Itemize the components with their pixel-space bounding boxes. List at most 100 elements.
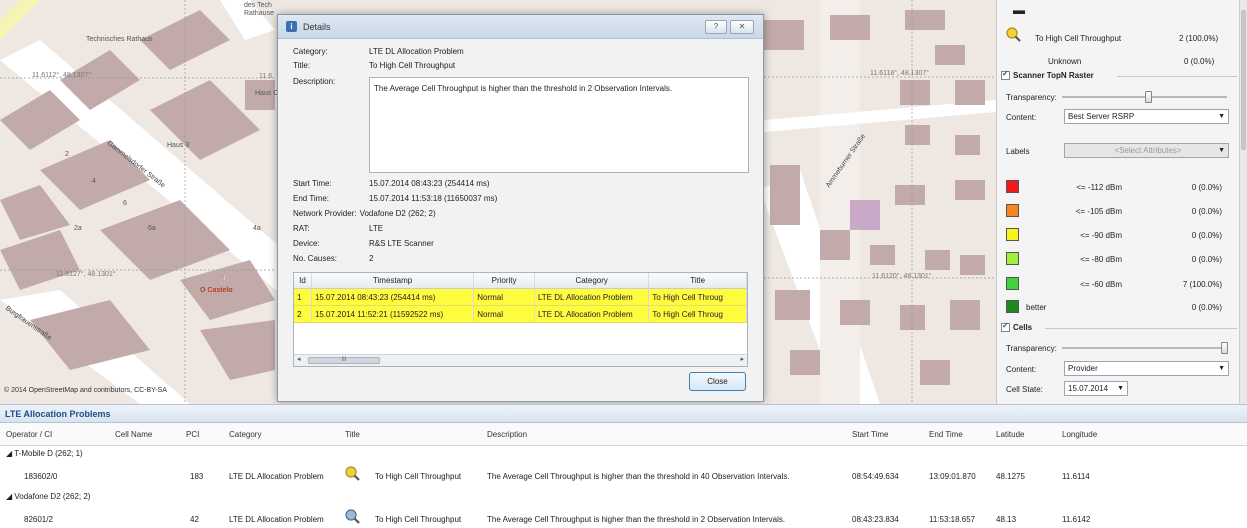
content-select[interactable]: Best Server RSRP ▼ bbox=[1064, 109, 1229, 124]
chevron-down-icon: ▼ bbox=[1218, 113, 1225, 120]
column-header-priority[interactable]: Priority bbox=[474, 273, 535, 288]
scroll-thumb[interactable] bbox=[1241, 10, 1246, 150]
field-category: Category: LTE DL Allocation Problem bbox=[293, 47, 464, 56]
cells-transparency-slider-thumb[interactable] bbox=[1221, 342, 1228, 354]
group-row[interactable]: ◢ Vodafone D2 (262; 2) bbox=[0, 489, 1247, 506]
raster-layer-header[interactable]: Scanner TopN Raster bbox=[1001, 69, 1094, 80]
field-causes: No. Causes: 2 bbox=[293, 254, 373, 263]
column-header-start-time[interactable]: Start Time bbox=[852, 430, 888, 439]
legend-value: 0 (0.0%) bbox=[1191, 303, 1222, 312]
column-header-title[interactable]: Title bbox=[649, 273, 747, 288]
field-label: No. Causes: bbox=[293, 254, 338, 263]
legend-swatch bbox=[1006, 300, 1019, 313]
cell-title: To High Cell Throughput bbox=[375, 515, 462, 524]
column-header-title[interactable]: Title bbox=[345, 430, 360, 439]
labels-select[interactable]: <Select Attributes> ▼ bbox=[1064, 143, 1229, 158]
magnifier-icon bbox=[1006, 27, 1021, 42]
map-label-fragment: Rathause bbox=[244, 10, 274, 17]
dialog-close-x-button[interactable]: ✕ bbox=[730, 20, 754, 34]
cell-state-label: Cell State: bbox=[1006, 385, 1043, 394]
cell-start-time: 08:54:49.634 bbox=[852, 472, 899, 481]
cell-priority: Normal bbox=[474, 289, 535, 305]
column-header-latitude[interactable]: Latitude bbox=[996, 430, 1024, 439]
unknown-count: 0 (0.0%) bbox=[1184, 57, 1215, 66]
cell-ci: 183602/0 bbox=[24, 472, 58, 481]
raster-layer-checkbox[interactable] bbox=[1001, 69, 1010, 80]
legend-swatch bbox=[1006, 180, 1019, 193]
cell-title: To High Cell Throug bbox=[649, 289, 747, 305]
labels-label: Labels bbox=[1006, 147, 1030, 156]
column-header-cell-name[interactable]: Cell Name bbox=[115, 430, 152, 439]
dialog-title: Details bbox=[303, 21, 331, 32]
legend-label: better bbox=[1026, 303, 1047, 312]
cell-ci: 82601/2 bbox=[24, 515, 53, 524]
column-header-operator[interactable]: Operator / CI bbox=[6, 430, 52, 439]
column-header-end-time[interactable]: End Time bbox=[929, 430, 963, 439]
cells-content-select[interactable]: Provider ▼ bbox=[1064, 361, 1229, 376]
scroll-thumb[interactable]: III bbox=[308, 357, 380, 364]
help-button[interactable]: ? bbox=[705, 20, 727, 34]
field-value: LTE bbox=[369, 224, 384, 233]
cell-start-time: 08:43:23.834 bbox=[852, 515, 899, 524]
cell-pci: 183 bbox=[190, 472, 204, 481]
transparency-slider-thumb[interactable] bbox=[1145, 91, 1152, 103]
field-value: 15.07.2014 11:53:18 (11650037 ms) bbox=[369, 194, 498, 203]
table-row[interactable]: 82601/2 42 LTE DL Allocation Problem To … bbox=[0, 506, 1247, 528]
field-label: Description: bbox=[293, 77, 336, 86]
scroll-right-icon[interactable]: ▸ bbox=[740, 355, 744, 363]
cell-category: LTE DL Allocation Problem bbox=[535, 289, 650, 305]
close-button[interactable]: Close bbox=[689, 372, 746, 391]
column-header-timestamp[interactable]: Timestamp bbox=[312, 273, 475, 288]
cell-title: To High Cell Throug bbox=[649, 306, 747, 322]
column-header-category[interactable]: Category bbox=[535, 273, 650, 288]
restaurant-icon[interactable]: 🍴 bbox=[218, 275, 228, 284]
field-end-time: End Time: 15.07.2014 11:53:18 (11650037 m… bbox=[293, 194, 497, 203]
panel-vertical-scrollbar[interactable] bbox=[1239, 0, 1247, 404]
details-dialog: i Details ? ✕ Category: LTE DL Allocation… bbox=[277, 14, 764, 402]
cells-layer-checkbox[interactable] bbox=[1001, 321, 1010, 332]
chevron-down-icon: ▼ bbox=[1218, 147, 1225, 154]
cell-state-select[interactable]: 15.07.2014 ▼ bbox=[1064, 381, 1128, 396]
magnifier-icon bbox=[345, 509, 360, 524]
cells-layer-header[interactable]: Cells bbox=[1001, 321, 1032, 332]
coordinate-label: 11.6118°, 48.1307° bbox=[870, 70, 930, 77]
map-roof-label: 4 bbox=[92, 178, 96, 185]
labels-select-value: <Select Attributes> bbox=[1114, 146, 1182, 155]
map-label-castelo[interactable]: O Castelo bbox=[200, 287, 233, 294]
table-row[interactable]: 1 15.07.2014 08:43:23 (254414 ms) Normal… bbox=[294, 289, 747, 306]
chevron-down-icon: ▼ bbox=[1117, 385, 1124, 392]
map-label-rathaus: Technisches Rathaus bbox=[86, 36, 153, 43]
map-copyright: © 2014 OpenStreetMap and contributors, C… bbox=[4, 387, 167, 394]
legend-value: 7 (100.0%) bbox=[1182, 280, 1222, 289]
table-row[interactable]: 2 15.07.2014 11:52:21 (11592522 ms) Norm… bbox=[294, 306, 747, 323]
column-header-id[interactable]: Id bbox=[294, 273, 312, 288]
field-label: Title: bbox=[293, 61, 311, 70]
scroll-left-icon[interactable]: ◂ bbox=[297, 355, 301, 363]
legend-value: 0 (0.0%) bbox=[1191, 255, 1222, 264]
table-row[interactable]: 183602/0 183 LTE DL Allocation Problem T… bbox=[0, 463, 1247, 489]
cell-category: LTE DL Allocation Problem bbox=[229, 515, 324, 524]
view-title: LTE Allocation Problems bbox=[0, 405, 1247, 423]
cells-transparency-slider[interactable] bbox=[1062, 347, 1227, 349]
details-icon: i bbox=[286, 21, 297, 32]
legend-value: 0 (0.0%) bbox=[1191, 207, 1222, 216]
divider bbox=[1117, 76, 1237, 77]
map-label-haus: Haus C bbox=[255, 90, 279, 97]
horizontal-scrollbar[interactable]: ◂ III ▸ bbox=[294, 354, 747, 366]
column-header-longitude[interactable]: Longitude bbox=[1062, 430, 1097, 439]
field-value: 2 bbox=[369, 254, 374, 263]
field-label: RAT: bbox=[293, 224, 310, 233]
field-value: Vodafone D2 (262; 2) bbox=[359, 209, 436, 218]
column-header-pci[interactable]: PCI bbox=[186, 430, 199, 439]
field-device: Device: R&S LTE Scanner bbox=[293, 239, 434, 248]
column-header-category[interactable]: Category bbox=[229, 430, 261, 439]
group-row[interactable]: ◢ T-Mobile D (262; 1) bbox=[0, 446, 1247, 463]
field-value: 15.07.2014 08:43:23 (254414 ms) bbox=[369, 179, 490, 188]
transparency-label: Transparency: bbox=[1006, 93, 1057, 102]
dialog-title-bar[interactable]: i Details bbox=[278, 15, 763, 39]
cell-category: LTE DL Allocation Problem bbox=[535, 306, 650, 322]
description-textarea[interactable]: The Average Cell Throughput is higher th… bbox=[369, 77, 749, 173]
field-description-label: Description: bbox=[293, 77, 369, 86]
column-header-description[interactable]: Description bbox=[487, 430, 527, 439]
group-name: T-Mobile D (262; 1) bbox=[14, 449, 83, 458]
